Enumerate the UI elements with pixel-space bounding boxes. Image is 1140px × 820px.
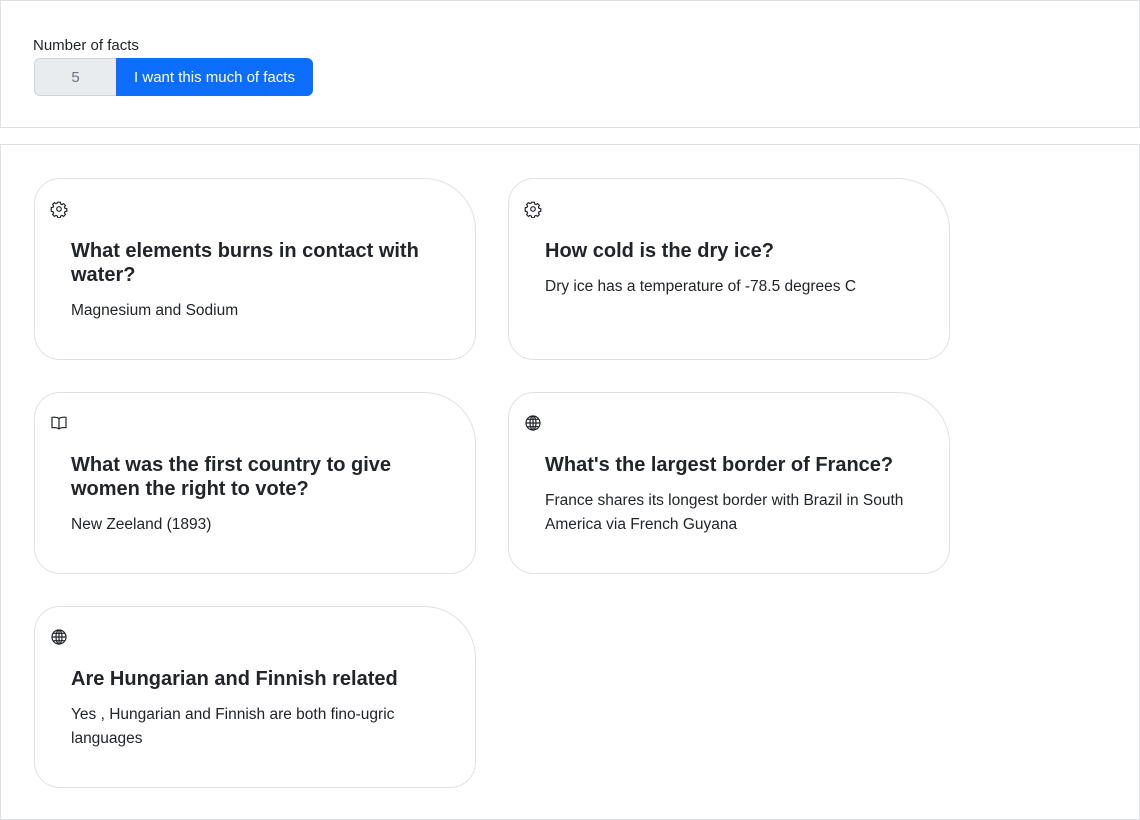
facts-count-input[interactable] (34, 58, 116, 96)
facts-card-panel: What elements burns in contact with wate… (0, 144, 1140, 820)
book-icon (50, 414, 68, 432)
number-of-facts-label: Number of facts (33, 37, 139, 54)
fact-card: Are Hungarian and Finnish related Yes , … (34, 606, 476, 788)
request-facts-button[interactable]: I want this much of facts (116, 58, 313, 96)
fact-answer: Dry ice has a temperature of -78.5 degre… (545, 278, 857, 295)
globe-icon (524, 414, 542, 432)
fact-question: What elements burns in contact with wate… (71, 240, 419, 286)
fact-card: What was the first country to give women… (34, 392, 476, 574)
fact-question: What was the first country to give women… (71, 454, 392, 500)
fact-answer: France shares its longest border with Br… (545, 492, 904, 533)
fact-answer: New Zeeland (1893) (71, 516, 212, 533)
fact-card: How cold is the dry ice? Dry ice has a t… (508, 178, 950, 360)
fact-answer: Magnesium and Sodium (71, 302, 239, 319)
facts-count-panel: Number of facts I want this much of fact… (0, 0, 1140, 128)
fact-card: What elements burns in contact with wate… (34, 178, 476, 360)
fact-answer: Yes , Hungarian and Finnish are both fin… (71, 706, 395, 747)
gear-icon (524, 200, 542, 218)
fact-question: What's the largest border of France? (545, 454, 894, 476)
fact-card: What's the largest border of France? Fra… (508, 392, 950, 574)
fact-question: Are Hungarian and Finnish related (71, 668, 398, 690)
globe-icon (50, 628, 68, 646)
gear-icon (50, 200, 68, 218)
fact-question: How cold is the dry ice? (545, 240, 774, 262)
